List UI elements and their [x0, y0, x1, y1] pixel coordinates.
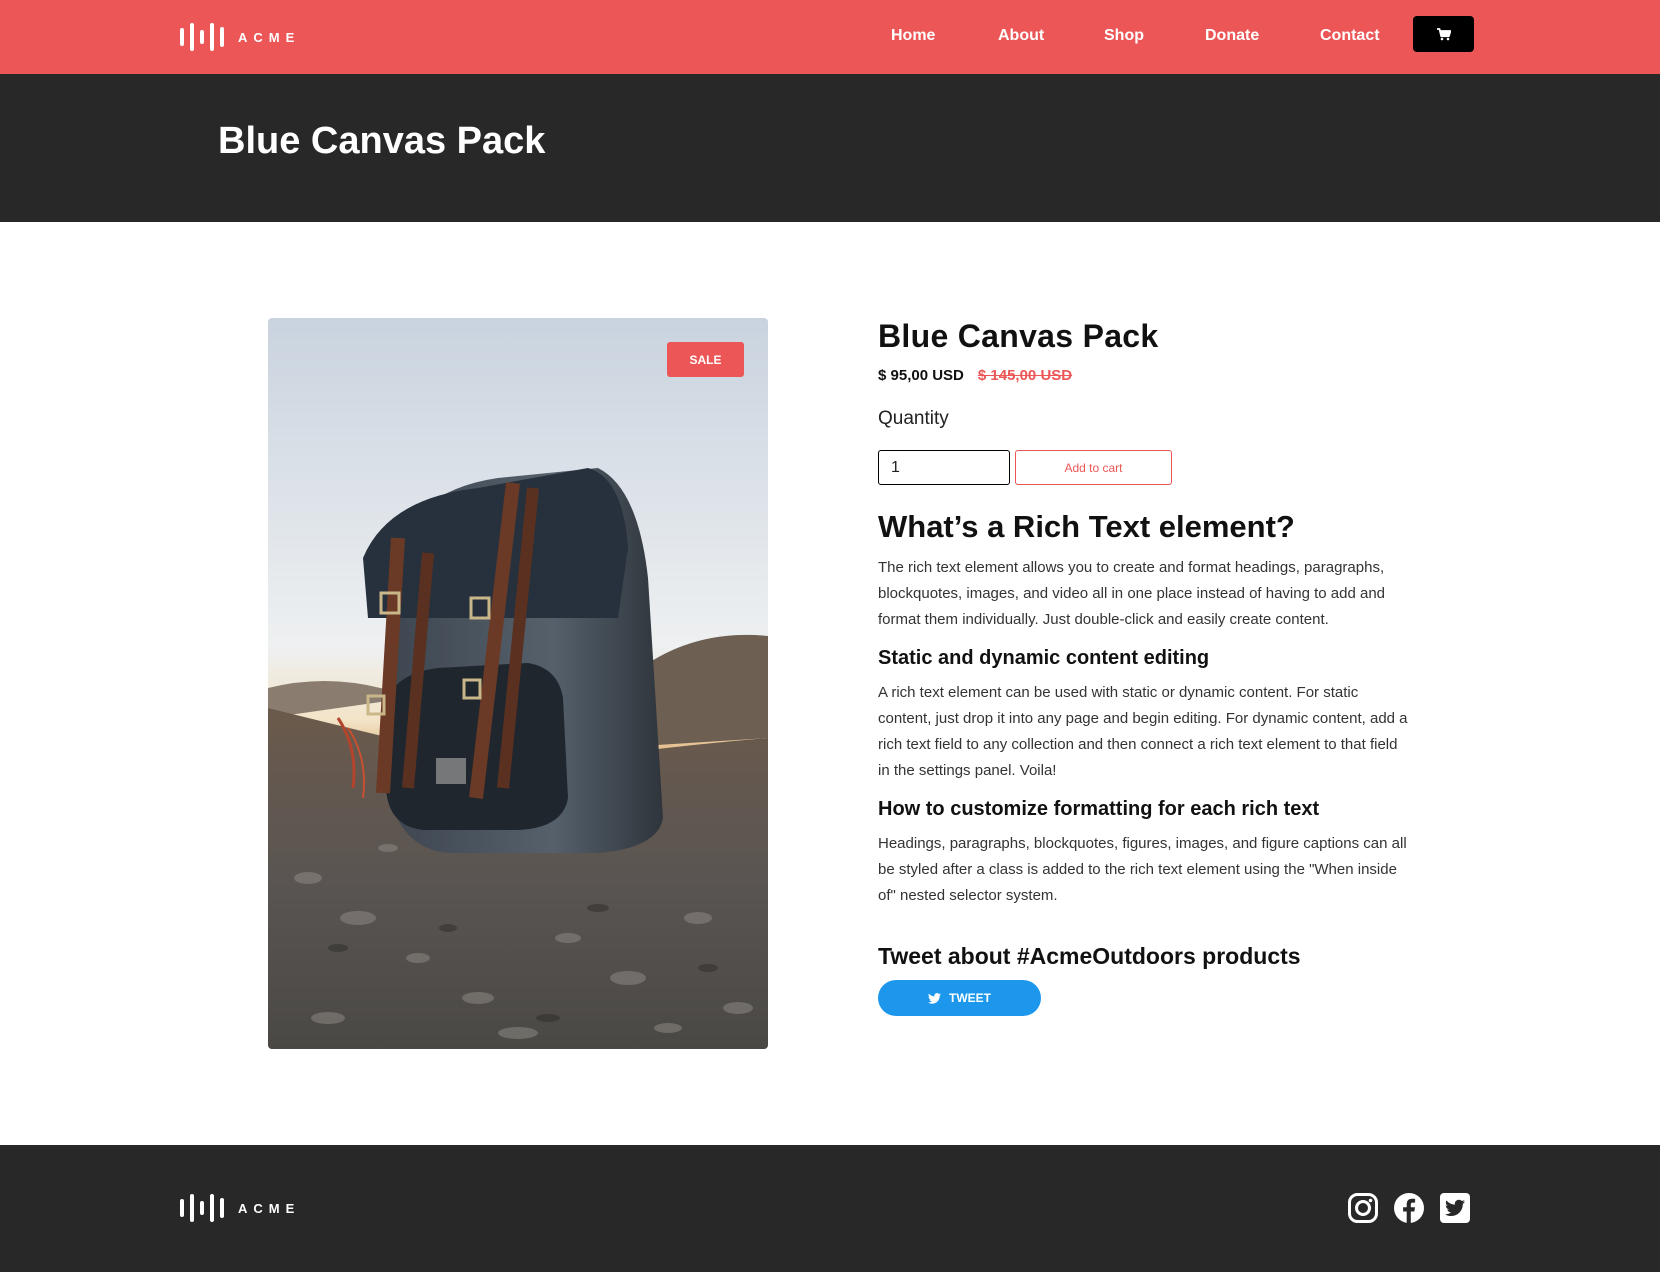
- logo-text: ACME: [238, 29, 301, 45]
- twitter-bird-icon: [928, 992, 941, 1004]
- logo-mark-icon: [180, 21, 224, 53]
- product-name: Blue Canvas Pack: [878, 318, 1159, 354]
- nav-home-link[interactable]: Home: [891, 27, 935, 45]
- rich-text-subheading-1: Static and dynamic content editing: [878, 647, 1210, 669]
- nav-about-link[interactable]: About: [998, 27, 1044, 45]
- product-image: [268, 318, 768, 1049]
- tweet-heading: Tweet about #AcmeOutdoors products: [878, 943, 1301, 969]
- page-title: Blue Canvas Pack: [218, 120, 546, 162]
- rich-text-paragraph-2: Headings, paragraphs, blockquotes, figur…: [878, 835, 1407, 904]
- quantity-label: Quantity: [878, 408, 949, 429]
- product-price: $ 95,00 USD: [878, 367, 964, 384]
- footer-logo-text: ACME: [238, 1200, 301, 1216]
- rich-text-subheading-2: How to customize formatting for each ric…: [878, 798, 1320, 820]
- product-details: Blue Canvas Pack $ 95,00 USD $ 145,00 US…: [878, 318, 1418, 1016]
- brand-logo[interactable]: ACME: [180, 21, 300, 53]
- quantity-input[interactable]: [878, 450, 1010, 485]
- footer-brand-logo[interactable]: ACME: [180, 1192, 300, 1224]
- nav-donate-link[interactable]: Donate: [1205, 27, 1259, 45]
- rich-text-paragraph-1: A rich text element can be used with sta…: [878, 684, 1408, 779]
- cart-button[interactable]: [1413, 16, 1474, 52]
- rich-text-heading: What’s a Rich Text element?: [878, 509, 1295, 544]
- rich-text-intro: The rich text element allows you to crea…: [878, 559, 1386, 628]
- facebook-icon[interactable]: [1393, 1192, 1425, 1224]
- page-header-band: Blue Canvas Pack: [0, 74, 1660, 222]
- footer: ACME: [0, 1145, 1660, 1272]
- backpack-photo: [268, 318, 768, 1049]
- logo-mark-icon: [180, 1192, 224, 1224]
- navbar: ACME Home About Shop Donate Contact: [0, 0, 1660, 74]
- social-links: [1347, 1192, 1471, 1224]
- nav-contact-link[interactable]: Contact: [1320, 27, 1380, 45]
- sale-badge: SALE: [667, 342, 744, 377]
- compare-at-price: $ 145,00 USD: [977, 367, 1073, 384]
- price-row: $ 95,00 USD $ 145,00 USD: [878, 367, 1418, 384]
- add-to-cart-button[interactable]: Add to cart: [1015, 450, 1172, 485]
- instagram-icon[interactable]: [1347, 1192, 1379, 1224]
- add-to-cart-form: Add to cart: [878, 450, 1418, 485]
- tweet-button-label: TWEET: [949, 991, 991, 1005]
- tweet-button[interactable]: TWEET: [878, 980, 1041, 1016]
- cart-icon: [1436, 27, 1451, 40]
- twitter-icon[interactable]: [1439, 1192, 1471, 1224]
- nav-shop-link[interactable]: Shop: [1104, 27, 1144, 45]
